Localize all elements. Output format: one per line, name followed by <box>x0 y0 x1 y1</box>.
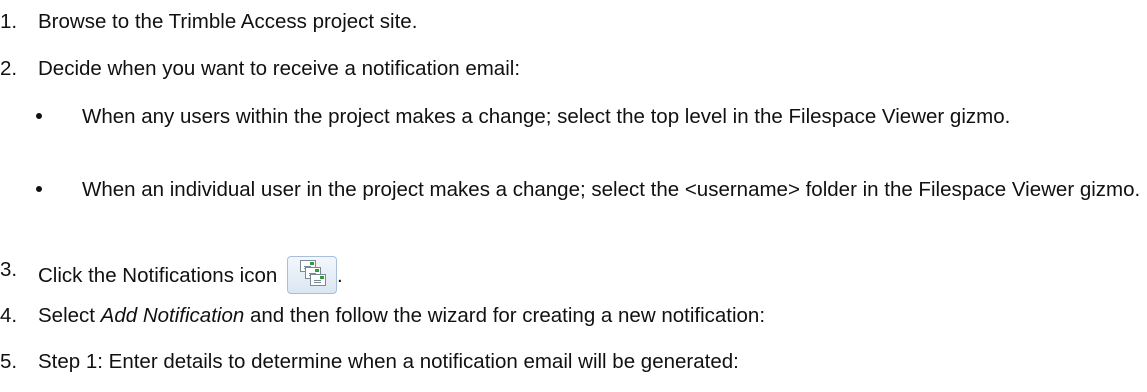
step-number: 5. <box>0 350 18 373</box>
bullet-text: When any users within the project makes … <box>82 105 1011 128</box>
step-number: 3. <box>0 258 18 281</box>
step-text: Browse to the Trimble Access project sit… <box>38 10 418 33</box>
add-notification-emphasis: Add Notification <box>100 304 245 327</box>
step-number: 2. <box>0 57 18 80</box>
step-text: Step 1: Enter details to determine when … <box>38 350 739 373</box>
step-text: Decide when you want to receive a notifi… <box>38 57 521 80</box>
step-text: Click the Notifications icon . <box>38 256 343 294</box>
step-number: 4. <box>0 304 18 327</box>
bullet-dot-icon <box>36 186 42 192</box>
notifications-icon[interactable] <box>286 256 337 294</box>
bullet-dot-icon <box>36 113 42 119</box>
step-number: 1. <box>0 10 18 33</box>
step-text: Select Add Notification and then follow … <box>38 304 766 327</box>
bullet-text: When an individual user in the project m… <box>82 178 1141 201</box>
